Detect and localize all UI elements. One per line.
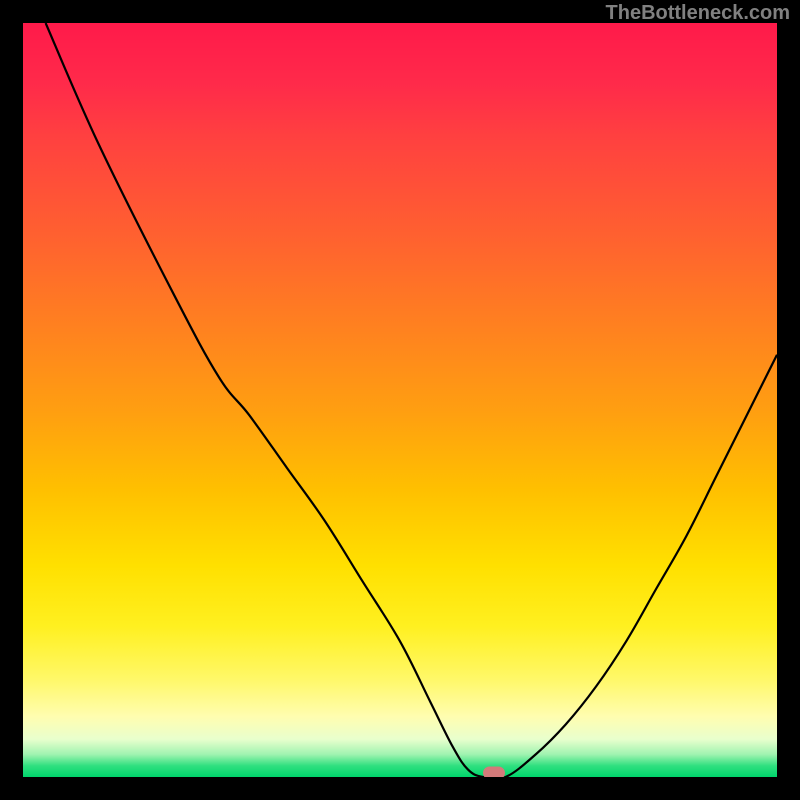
chart-container: TheBottleneck.com [0,0,800,800]
plot-area [23,23,777,777]
bottleneck-curve [46,23,777,777]
curve-svg [23,23,777,777]
optimum-marker [483,767,505,777]
watermark-text: TheBottleneck.com [606,2,790,25]
